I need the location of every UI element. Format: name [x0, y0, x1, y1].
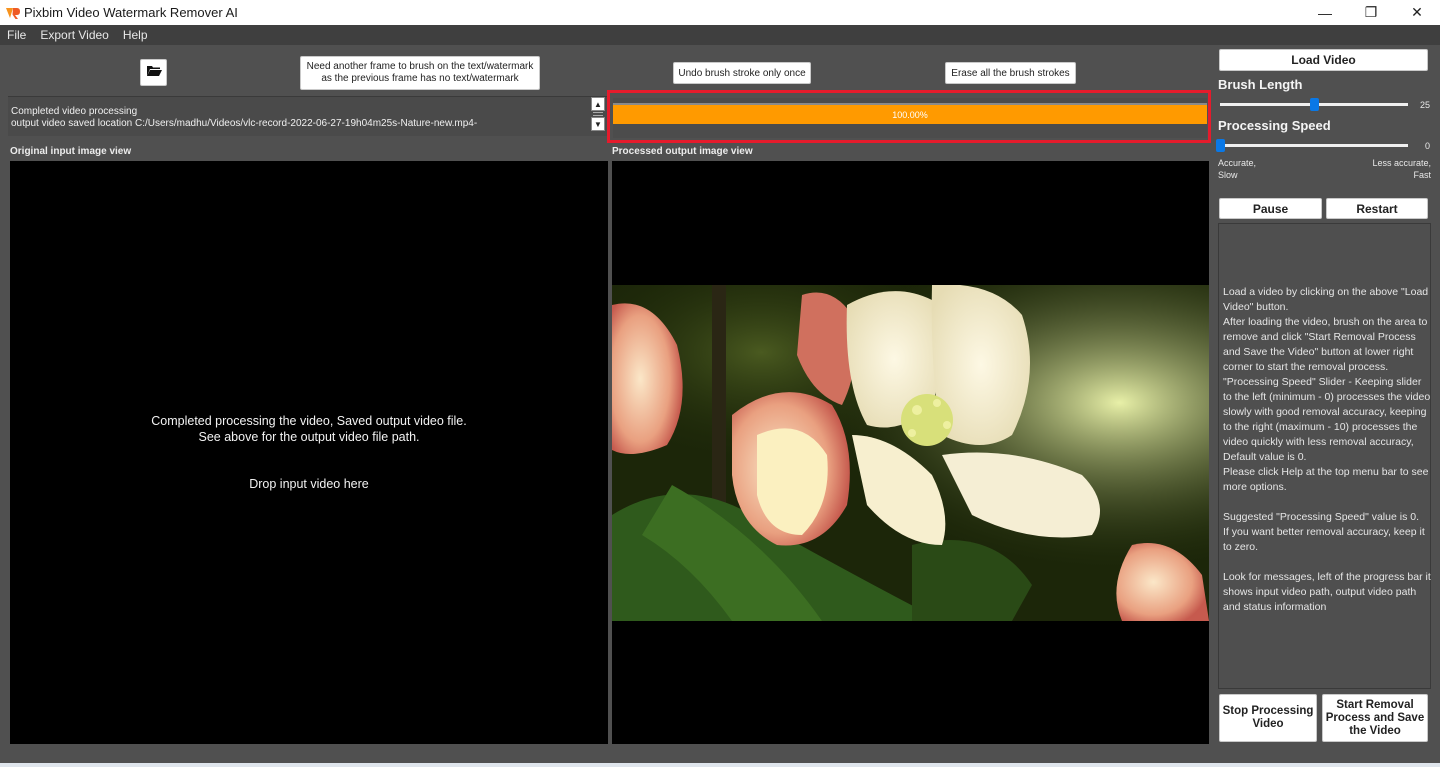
- brush-length-value: 25: [1419, 100, 1430, 110]
- restore-button[interactable]: ❐: [1348, 0, 1394, 25]
- processing-speed-value: 0: [1424, 141, 1430, 151]
- input-video-drop-area[interactable]: Completed processing the video, Saved ou…: [10, 161, 608, 744]
- speed-caption-fast: Less accurate, Fast: [1372, 158, 1431, 180]
- status-scroll-grip[interactable]: [593, 112, 603, 116]
- menu-file[interactable]: File: [0, 28, 33, 42]
- undo-brush-stroke-button[interactable]: Undo brush stroke only once: [673, 62, 811, 84]
- need-another-frame-button[interactable]: Need another frame to brush on the text/…: [300, 56, 540, 90]
- help-instructions-box: Load a video by clicking on the above "L…: [1218, 223, 1431, 689]
- restart-button[interactable]: Restart: [1326, 198, 1428, 219]
- load-video-button[interactable]: Load Video: [1219, 49, 1428, 71]
- minimize-button[interactable]: —: [1302, 0, 1348, 25]
- output-view-label: Processed output image view: [612, 146, 753, 157]
- processed-video-frame: [612, 285, 1209, 621]
- processing-speed-slider-thumb[interactable]: [1216, 139, 1225, 152]
- open-folder-button[interactable]: [140, 59, 167, 86]
- title-bar: Pixbim Video Watermark Remover AI — ❐ ✕: [0, 0, 1440, 25]
- status-scroll-down-button[interactable]: ▼: [591, 117, 605, 131]
- window-title: Pixbim Video Watermark Remover AI: [24, 5, 238, 20]
- speed-caption-accurate: Accurate, Slow: [1218, 158, 1257, 180]
- processing-speed-label: Processing Speed: [1218, 118, 1331, 133]
- pixbim-logo-icon: [5, 5, 21, 21]
- status-scroll-up-button[interactable]: ▲: [591, 97, 605, 111]
- progress-highlight-box: [607, 90, 1211, 143]
- erase-brush-strokes-button[interactable]: Erase all the brush strokes: [945, 62, 1076, 84]
- status-message-box: Completed video processing output video …: [8, 96, 608, 136]
- input-view-label: Original input image view: [10, 146, 132, 157]
- brush-length-label: Brush Length: [1218, 77, 1303, 92]
- menu-help[interactable]: Help: [116, 28, 155, 42]
- processing-speed-slider-track[interactable]: [1220, 144, 1408, 147]
- taskbar-edge: [0, 763, 1440, 767]
- drop-video-hint: Drop input video here: [249, 477, 369, 491]
- folder-open-icon: [146, 64, 162, 82]
- window-controls: — ❐ ✕: [1302, 0, 1440, 25]
- brush-length-slider-thumb[interactable]: [1310, 98, 1319, 111]
- output-image-view[interactable]: [612, 161, 1209, 744]
- menu-export-video[interactable]: Export Video: [33, 28, 116, 42]
- pause-button[interactable]: Pause: [1219, 198, 1322, 219]
- start-removal-button[interactable]: Start Removal Process and Save the Video: [1322, 694, 1428, 742]
- completion-message: Completed processing the video, Saved ou…: [151, 414, 467, 444]
- status-line-1: Completed video processing: [11, 106, 138, 117]
- stop-processing-button[interactable]: Stop Processing Video: [1219, 694, 1317, 742]
- status-line-2: output video saved location C:/Users/mad…: [11, 118, 478, 129]
- close-button[interactable]: ✕: [1394, 0, 1440, 25]
- help-instructions-text: Load a video by clicking on the above "L…: [1223, 286, 1431, 613]
- main-area: Need another frame to brush on the text/…: [0, 45, 1440, 763]
- menu-bar: File Export Video Help: [0, 25, 1440, 45]
- right-control-panel: Load Video Brush Length 25 Processing Sp…: [1212, 45, 1440, 763]
